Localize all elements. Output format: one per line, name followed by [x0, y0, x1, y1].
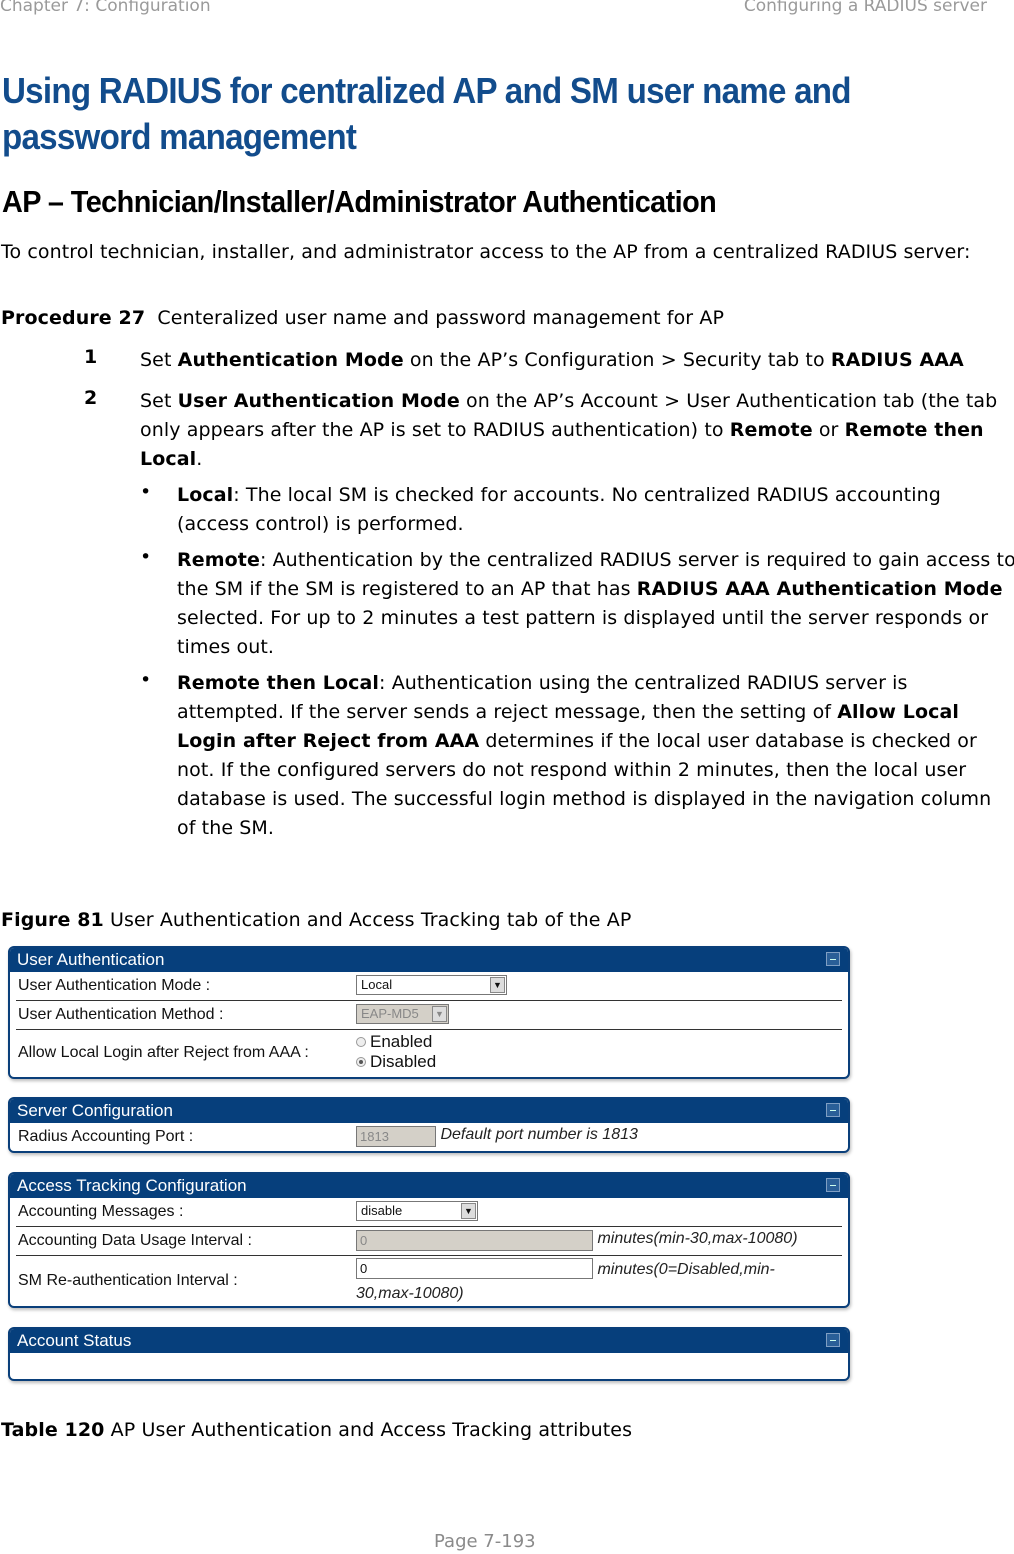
step-number: 1: [84, 346, 98, 368]
accounting-messages-label: Accounting Messages :: [18, 1203, 184, 1220]
panel-title: Account Status: [10, 1329, 848, 1353]
chevron-down-icon: ▼: [490, 977, 505, 993]
collapse-icon[interactable]: [826, 1178, 840, 1192]
bullet-icon: •: [140, 481, 152, 503]
panel-title: Access Tracking Configuration: [10, 1174, 848, 1198]
reauth-hint: 30,max-10080): [356, 1285, 464, 1302]
bullet-remote-then-local: Remote then Local: Authentication using …: [177, 672, 992, 839]
reauth-interval-label: SM Re-authentication Interval :: [18, 1272, 238, 1289]
header-chapter: Chapter 7: Configuration: [0, 0, 211, 16]
usage-interval-input: 0: [356, 1230, 593, 1251]
procedure-caption: Procedure 27 Centeralized user name and …: [1, 307, 725, 329]
radio-enabled[interactable]: Enabled: [356, 1032, 436, 1052]
table-caption: Table 120 AP User Authentication and Acc…: [1, 1419, 633, 1441]
collapse-icon[interactable]: [826, 952, 840, 966]
header-section: Configuring a RADIUS server: [743, 0, 987, 16]
figure-caption: Figure 81 User Authentication and Access…: [1, 909, 632, 931]
intro-paragraph: To control technician, installer, and ad…: [1, 241, 971, 263]
page-title: Using RADIUS for centralized AP and SM u…: [2, 70, 852, 157]
section-heading: AP – Technician/Installer/Administrator …: [2, 184, 717, 219]
user-authentication-panel: User Authentication User Authentication …: [8, 946, 850, 1079]
chevron-down-icon: ▼: [432, 1006, 447, 1022]
reauth-hint: minutes(0=Disabled,min-: [597, 1261, 775, 1278]
step-number: 2: [84, 387, 98, 409]
radio-disabled[interactable]: Disabled: [356, 1052, 436, 1072]
bullet-remote: Remote: Authentication by the centralize…: [177, 549, 1014, 658]
method-label: User Authentication Method :: [18, 1006, 224, 1023]
panel-title: Server Configuration: [10, 1099, 848, 1123]
server-configuration-panel: Server Configuration Radius Accounting P…: [8, 1097, 850, 1153]
bullet-icon: •: [140, 669, 152, 691]
allow-local-login-label: Allow Local Login after Reject from AAA …: [18, 1044, 309, 1061]
reauth-interval-input[interactable]: 0: [356, 1258, 593, 1279]
user-authentication-mode-select[interactable]: Local ▼: [356, 975, 507, 995]
radius-accounting-port-input: 1813: [356, 1126, 436, 1147]
collapse-icon[interactable]: [826, 1103, 840, 1117]
collapse-icon[interactable]: [826, 1333, 840, 1347]
page-number: Page 7-193: [434, 1531, 536, 1552]
panel-title: User Authentication: [10, 948, 848, 972]
bullet-local: Local: The local SM is checked for accou…: [177, 484, 941, 535]
accounting-messages-select[interactable]: disable ▼: [356, 1201, 478, 1221]
step-2: Set User Authentication Mode on the AP’s…: [140, 390, 998, 470]
usage-hint: minutes(min-30,max-10080): [597, 1230, 798, 1247]
bullet-icon: •: [140, 546, 152, 568]
port-hint: Default port number is 1813: [440, 1126, 638, 1143]
usage-interval-label: Accounting Data Usage Interval :: [18, 1232, 252, 1249]
mode-label: User Authentication Mode :: [18, 977, 211, 994]
user-authentication-method-select: EAP-MD5 ▼: [356, 1004, 449, 1024]
step-1: Set Authentication Mode on the AP’s Conf…: [140, 349, 964, 371]
access-tracking-panel: Access Tracking Configuration Accounting…: [8, 1172, 850, 1308]
chevron-down-icon: ▼: [461, 1203, 476, 1219]
account-status-panel: Account Status: [8, 1327, 850, 1381]
port-label: Radius Accounting Port :: [18, 1128, 194, 1145]
